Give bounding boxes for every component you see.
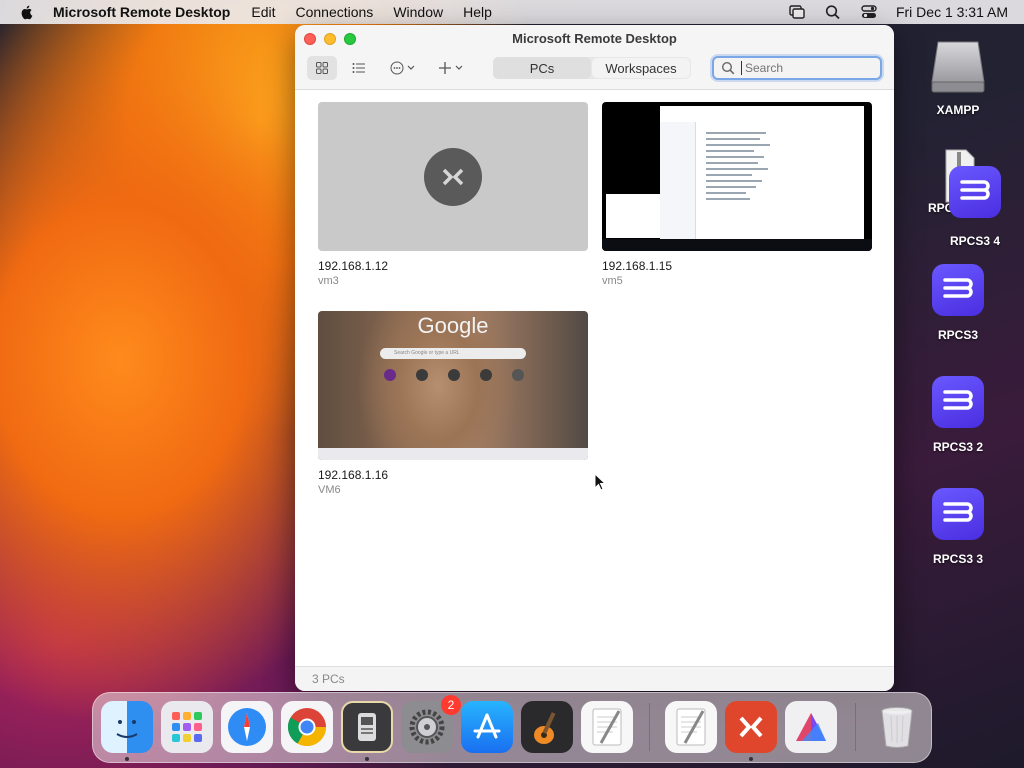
launchpad-icon [172,712,202,742]
spotlight-search-icon[interactable] [824,4,842,20]
dock-app-store[interactable] [461,701,513,753]
search-field[interactable] [712,56,882,80]
pc-name: 192.168.1.16 [318,468,389,482]
guitar-icon [534,712,556,744]
desktop-item-rpcs3[interactable]: RPCS3 [918,264,998,342]
dock-chrome[interactable] [281,701,333,753]
tab-workspaces[interactable]: Workspaces [592,58,690,78]
dock-system-settings[interactable]: 2 [401,695,461,753]
finder-icon [116,720,138,738]
toolbar: PCs Workspaces [303,56,884,80]
windows-taskbar-preview [602,239,872,251]
add-button[interactable] [433,56,473,80]
side-panel-preview [606,194,660,238]
desktop-item-xampp[interactable]: XAMPP [918,36,998,117]
dock-finder[interactable] [101,701,153,753]
pc-name: 192.168.1.15 [602,259,673,273]
desktop-item-rpcs3-4[interactable]: RPCS3 4 [935,166,1015,248]
google-search-preview: Search Google or type a URL [380,348,526,359]
textedit-icon [676,708,706,746]
dock-safari[interactable] [221,701,273,753]
view-segmented-control: PCs Workspaces [493,57,691,79]
desktop-item-rpcs3-3[interactable]: RPCS3 3 [918,488,998,566]
apple-menu-icon[interactable] [19,4,35,20]
desktop-item-label: RPCS3 [937,328,978,342]
search-icon [721,61,735,75]
app-store-icon [473,713,501,739]
rpcs3-icon [949,166,1001,218]
safari-icon [228,708,266,746]
chrome-icon [287,708,327,747]
windows-taskbar-preview [318,448,588,460]
desktop-item-label: XAMPP [936,103,980,117]
dock-textedit[interactable] [581,701,633,753]
grid-icon [316,62,328,74]
dock: 2 [92,692,932,763]
more-options-button[interactable] [385,56,425,80]
menu-window[interactable]: Window [393,4,443,20]
dock-garageband[interactable] [521,701,573,753]
screen-mirroring-icon[interactable] [788,4,806,20]
dock-launchpad[interactable] [161,701,213,753]
control-center-icon[interactable] [860,4,878,20]
remote-desktop-icon [739,716,763,738]
menu-bar: Microsoft Remote Desktop Edit Connection… [0,0,1024,24]
affinity-icon [796,713,826,741]
pc-thumbnail-google[interactable]: Google Search Google or type a URL [318,311,588,460]
pc-tile-vm6[interactable]: Google Search Google or type a URL 192.1… [318,311,588,496]
pc-grid: 192.168.1.12 vm3 192.168.1.15 vm5 Google… [295,91,894,666]
menu-clock[interactable]: Fri Dec 1 3:31 AM [896,4,1008,20]
desktop-item-label: RPCS3 4 [949,234,1001,248]
dock-system-information[interactable] [341,701,393,753]
pc-tile-vm3[interactable]: 192.168.1.12 vm3 [318,102,588,287]
window-title: Microsoft Remote Desktop [512,31,677,46]
desktop-item-label: RPCS3 3 [932,552,984,566]
grid-view-button[interactable] [307,56,337,80]
explorer-nav-pane-preview [660,122,696,239]
desktop-item-rpcs3-2[interactable]: RPCS3 2 [918,376,998,454]
pc-thumbnail-explorer[interactable] [602,102,872,251]
desktop-item-label: RPCS3 2 [932,440,984,454]
status-bar: 3 PCs [295,666,894,691]
menu-edit[interactable]: Edit [251,4,275,20]
tab-pcs[interactable]: PCs [493,57,591,79]
remote-desktop-window: Microsoft Remote Desktop PCs Workspaces … [295,25,894,691]
drive-icon [931,41,985,93]
mouse-cursor-icon [594,473,606,491]
notification-badge: 2 [441,695,461,715]
dock-affinity[interactable] [785,701,837,753]
window-titlebar: Microsoft Remote Desktop PCs Workspaces … [295,25,894,90]
pc-friendly-name: vm5 [602,275,623,287]
dock-trash[interactable] [871,701,923,753]
remote-desktop-logo-icon [424,147,482,206]
rpcs3-icon [932,488,984,540]
menu-connections[interactable]: Connections [295,4,373,20]
textedit-icon [592,708,622,746]
google-logo: Google [417,313,489,338]
menu-help[interactable]: Help [463,4,492,20]
list-icon [352,63,365,73]
menu-app-name[interactable]: Microsoft Remote Desktop [53,4,230,20]
google-shortcuts-preview [384,369,524,381]
dock-textedit-2[interactable] [665,701,717,753]
pc-name: 192.168.1.12 [318,259,389,273]
pc-friendly-name: VM6 [318,484,341,496]
search-input[interactable] [741,61,861,75]
gear-icon [409,709,445,745]
list-view-button[interactable] [347,56,371,80]
system-information-icon [358,713,376,741]
rpcs3-icon [932,376,984,428]
trash-icon [881,707,913,748]
pc-friendly-name: vm3 [318,275,339,287]
dock-microsoft-remote-desktop[interactable] [725,701,777,753]
pc-tile-vm5[interactable]: 192.168.1.15 vm5 [602,102,872,287]
ellipsis-circle-icon [390,61,415,75]
plus-icon [439,62,463,74]
rpcs3-icon [932,264,984,316]
pc-thumbnail-placeholder[interactable] [318,102,588,251]
